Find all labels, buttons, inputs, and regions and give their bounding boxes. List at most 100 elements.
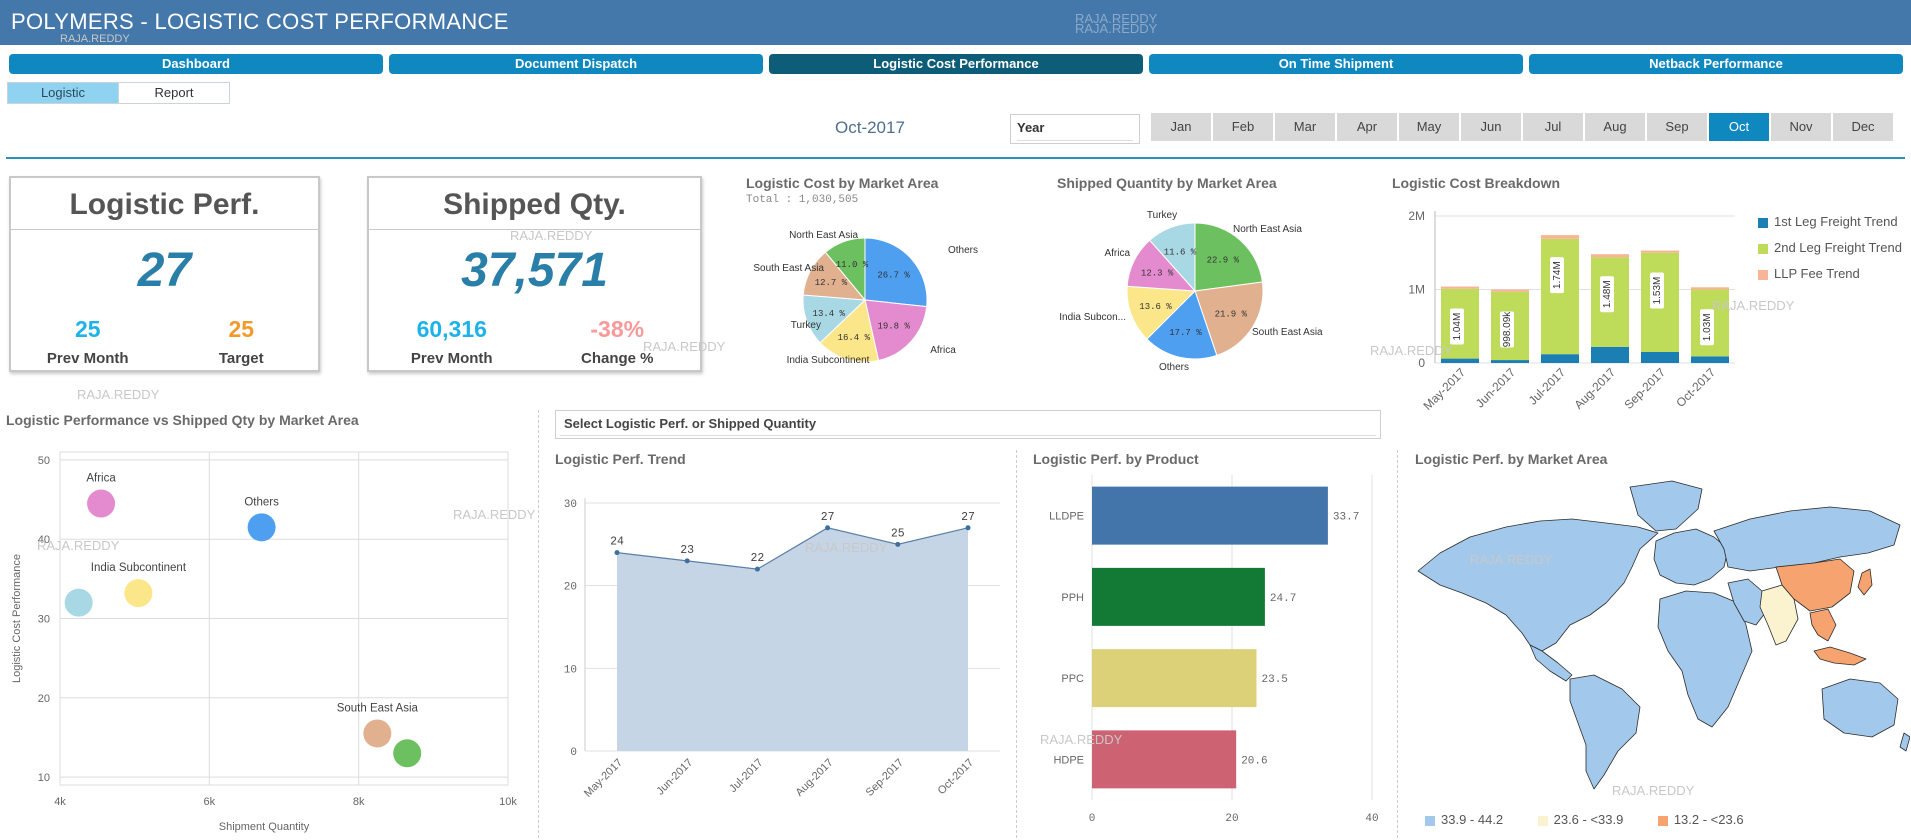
pie-slice-label: North East Asia xyxy=(789,230,858,241)
legend-swatch xyxy=(1425,815,1435,826)
map-region-south-america[interactable] xyxy=(1569,674,1641,790)
map-region-europe[interactable] xyxy=(1653,528,1729,586)
pie-slice-value: 17.7 % xyxy=(1169,328,1202,338)
measure-selector[interactable]: Select Logistic Perf. or Shipped Quantit… xyxy=(555,410,1381,439)
pie-slice-value: 12.7 % xyxy=(815,278,848,288)
legend-label: 1st Leg Freight Trend xyxy=(1774,214,1898,229)
legend-label: LLP Fee Trend xyxy=(1774,266,1860,281)
scatter-point xyxy=(124,579,153,608)
legend-swatch xyxy=(1657,815,1668,826)
subtab-report[interactable]: Report xyxy=(118,82,230,104)
month-feb[interactable]: Feb xyxy=(1213,113,1274,141)
month-jan[interactable]: Jan xyxy=(1151,113,1212,141)
y-tick-label: 0 xyxy=(570,747,577,759)
month-may[interactable]: May xyxy=(1399,113,1460,141)
pie-slice-label: North East Asia xyxy=(1233,224,1302,235)
map-region-greenland[interactable] xyxy=(1629,480,1703,532)
watermark: RAJA.REDDY xyxy=(1712,298,1795,313)
trend-value-label: 27 xyxy=(961,511,975,524)
pie-slice-value: 26.7 % xyxy=(877,270,910,280)
legend-label: 23.6 - <33.9 xyxy=(1553,812,1624,827)
pie-slice-label: South East Asia xyxy=(1252,327,1323,338)
watermark: RAJA.REDDY xyxy=(37,538,120,553)
map-region-north-asia[interactable] xyxy=(1713,506,1901,572)
y-axis-label: Logistic Cost Performance xyxy=(11,554,23,683)
pie-slice-value: 13.4 % xyxy=(813,309,846,319)
kpi-prev-label: Prev Month xyxy=(46,350,129,367)
month-jun[interactable]: Jun xyxy=(1461,113,1522,141)
month-nov[interactable]: Nov xyxy=(1771,113,1832,141)
month-mar[interactable]: Mar xyxy=(1275,113,1336,141)
bar-total-value: 1.04M xyxy=(1452,313,1463,341)
trend-point xyxy=(684,558,690,564)
x-axis-label: Shipment Quantity xyxy=(219,821,310,833)
map-region-japan[interactable] xyxy=(1857,568,1873,596)
y-tick-label: 30 xyxy=(564,499,577,511)
map-region-new-zealand[interactable] xyxy=(1899,732,1910,752)
product-title: Logistic Perf. by Product xyxy=(1033,451,1199,467)
bar-total-label: 1.04M xyxy=(1450,308,1464,345)
map-region-north-america[interactable] xyxy=(1417,518,1659,652)
kpi-prev-label: Prev Month xyxy=(410,350,493,367)
kpi-prev-value: 60,316 xyxy=(416,316,487,342)
bar-total-label: 1.03M xyxy=(1700,309,1714,346)
pie-slice-label: Others xyxy=(1159,362,1189,373)
map-title: Logistic Perf. by Market Area xyxy=(1415,451,1608,467)
month-sep[interactable]: Sep xyxy=(1647,113,1708,141)
x-tick-label: Oct-2017 xyxy=(936,757,976,797)
world-map xyxy=(1417,480,1910,790)
stacked-bar-segment xyxy=(1441,358,1479,363)
month-jul[interactable]: Jul xyxy=(1523,113,1584,141)
app-title: POLYMERS - LOGISTIC COST PERFORMANCE xyxy=(11,9,509,34)
pie-slice-value: 11.0 % xyxy=(836,260,869,270)
scatter-chart: 4k 6k 8k 10k1020304050Shipment QuantityLogi… xyxy=(11,451,517,833)
x-tick-label: 6k xyxy=(204,796,216,808)
map-region-africa[interactable] xyxy=(1657,590,1753,728)
watermark: RAJA.REDDY xyxy=(77,387,160,402)
tab-netback-performance[interactable]: Netback Performance xyxy=(1529,54,1903,74)
y-tick-label: LLDPE xyxy=(1049,511,1084,523)
legend-item: 1st Leg Freight Trend xyxy=(1758,214,1902,229)
stacked-bar-segment xyxy=(1691,356,1729,363)
kpi-title: Logistic Perf. xyxy=(69,188,260,221)
pie-slice-label: Turkey xyxy=(1147,210,1177,221)
pie-cost-title: Logistic Cost by Market Area xyxy=(746,175,939,191)
pie-slice-label: Others xyxy=(948,245,978,256)
pie-slice-value: 12.3 % xyxy=(1141,268,1174,278)
stacked-bar-segment xyxy=(1641,250,1679,253)
bar-total-value: 1.48M xyxy=(1602,280,1613,308)
map-region-australia[interactable] xyxy=(1821,678,1899,738)
x-tick-label: Sep-2017 xyxy=(1621,365,1668,412)
scatter-point xyxy=(64,588,93,617)
kpi-prev-value: 25 xyxy=(74,316,101,342)
product-bar xyxy=(1092,567,1265,626)
tab-dashboard[interactable]: Dashboard xyxy=(9,54,383,74)
bar-value-label: 20.6 xyxy=(1241,755,1267,767)
scatter-point-label: India Subcontinent xyxy=(91,562,187,574)
month-oct[interactable]: Oct xyxy=(1709,113,1770,141)
month-apr[interactable]: Apr xyxy=(1337,113,1398,141)
trend-value-label: 24 xyxy=(610,536,624,549)
cost-breakdown-legend: 1st Leg Freight Trend 2nd Leg Freight Tr… xyxy=(1758,214,1902,281)
trend-value-label: 27 xyxy=(821,511,835,524)
bar-value-label: 23.5 xyxy=(1262,674,1288,686)
trend-point xyxy=(965,525,971,531)
product-chart: 0 20 40 LLDPE 33.7 PPH 24.7 PPC 23.5 HDPE 20.6 xyxy=(1049,475,1379,825)
tab-document-dispatch[interactable]: Document Dispatch xyxy=(389,54,763,74)
bar-total-value: 1.03M xyxy=(1702,313,1713,341)
tab-logistic-cost-performance[interactable]: Logistic Cost Performance xyxy=(769,54,1143,74)
x-tick-label: Aug-2017 xyxy=(1571,365,1618,412)
x-tick-label: Jun-2017 xyxy=(1473,365,1519,411)
map-region-indonesia[interactable] xyxy=(1813,646,1867,666)
tab-on-time-shipment[interactable]: On Time Shipment xyxy=(1149,54,1523,74)
subtab-logistic[interactable]: Logistic xyxy=(7,82,119,104)
year-filter[interactable]: Year xyxy=(1010,114,1140,144)
month-dec[interactable]: Dec xyxy=(1833,113,1894,141)
pie-qty-chart: 22.9 % North East Asia 21.9 % South East As… xyxy=(1059,210,1323,373)
map-region-central-america[interactable] xyxy=(1529,644,1573,682)
map-region-south-east-asia[interactable] xyxy=(1809,608,1837,642)
x-tick-label: 20 xyxy=(1225,813,1238,825)
selected-period: Oct-2017 xyxy=(835,118,905,137)
month-aug[interactable]: Aug xyxy=(1585,113,1646,141)
kpi-divider xyxy=(11,229,318,230)
